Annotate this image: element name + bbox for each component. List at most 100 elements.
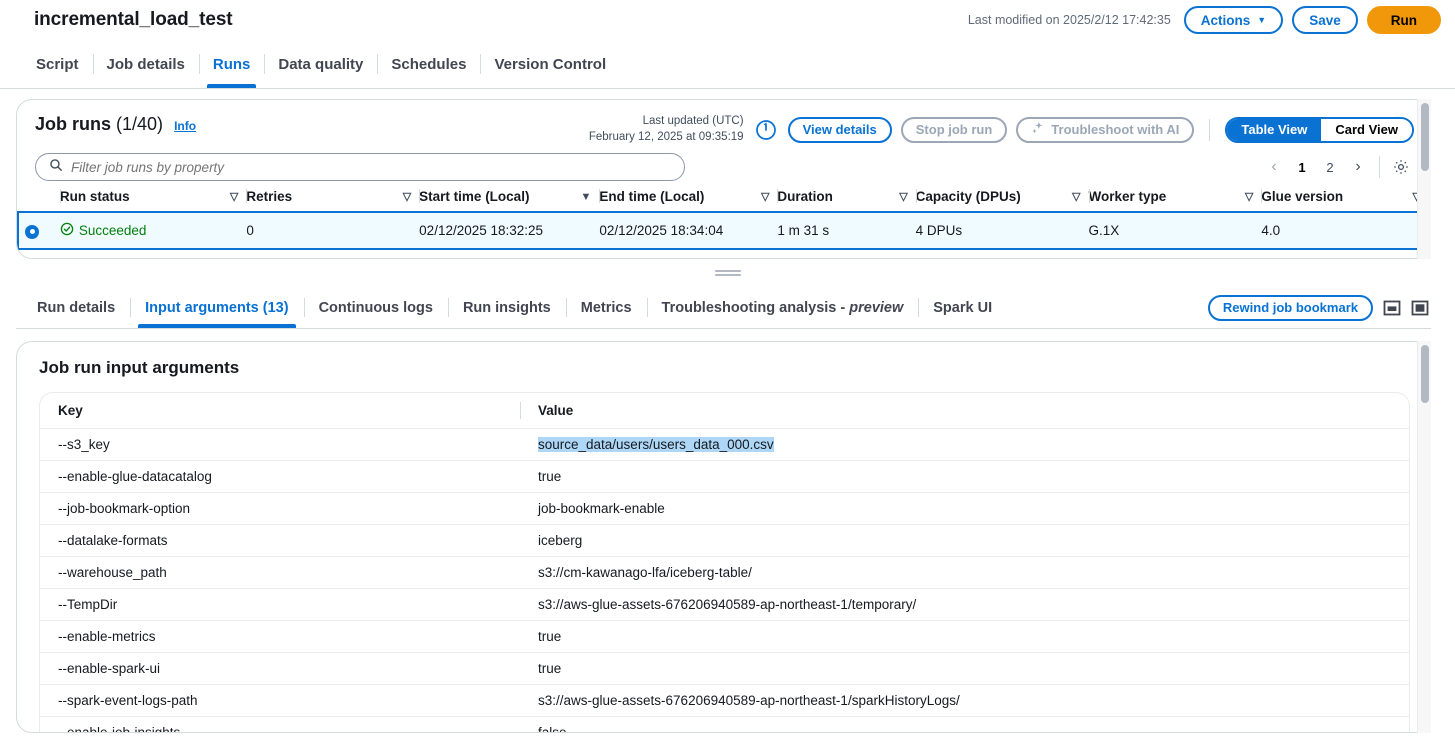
job-runs-scrollbar[interactable] (1417, 99, 1431, 259)
cell-value: s3://aws-glue-assets-676206940589-ap-nor… (520, 684, 1409, 717)
col-label-capacity: Capacity (DPUs) (915, 189, 1021, 205)
cell-end-time: 02/12/2025 18:34:04 (599, 211, 778, 251)
column-header-run-status[interactable]: Run status ▽ (59, 181, 247, 213)
tab-data-quality[interactable]: Data quality (264, 40, 377, 88)
cell-value: true (520, 460, 1409, 493)
split-panel-bottom-icon[interactable] (1383, 299, 1401, 317)
pagination-prev[interactable]: ‹ (1261, 154, 1287, 180)
cell-value: false (520, 716, 1409, 732)
column-header-start-time[interactable]: Start time (Local) ▼ (419, 181, 600, 213)
cell-key: --warehouse_path (40, 556, 520, 589)
table-row: --enable-metrics true (40, 620, 1409, 653)
pagination-page-2[interactable]: 2 (1317, 154, 1343, 180)
table-row[interactable]: Succeeded 0 02/12/2025 18:32:25 02/12/20… (17, 211, 1430, 251)
job-runs-header-row: Run status ▽ Retries ▽ Start time (Local) ▼… (18, 181, 1429, 213)
sort-icon: ▽ (899, 191, 908, 204)
toolbar-divider (1209, 118, 1211, 141)
subtab-continuous-logs[interactable]: Continuous logs (303, 287, 448, 328)
cell-capacity: 4 DPUs (915, 211, 1089, 251)
table-view-button[interactable]: Table View (1227, 118, 1322, 141)
table-row: --TempDir s3://aws-glue-assets-676206940… (40, 588, 1409, 621)
run-button[interactable]: Run (1366, 6, 1441, 34)
cell-start-time: 02/12/2025 18:32:25 (419, 211, 600, 251)
input-arguments-table: Key Value --s3_key source_data/users/use… (40, 393, 1409, 732)
sort-icon: ▽ (402, 191, 412, 204)
last-updated-block: Last updated (UTC) February 12, 2025 at … (589, 114, 744, 145)
view-toggle: Table View Card View (1225, 116, 1414, 143)
select-all-header (18, 181, 60, 213)
stop-job-run-button: Stop job run (900, 116, 1008, 143)
panel-resize-handle[interactable] (714, 268, 741, 278)
subtab-run-insights[interactable]: Run insights (447, 287, 566, 328)
header-actions: Last modified on 2025/2/12 17:42:35 Acti… (968, 6, 1441, 34)
radio-selected-icon[interactable] (25, 224, 39, 239)
pagination-page-1[interactable]: 1 (1289, 154, 1315, 180)
filter-input-wrapper[interactable] (35, 153, 685, 182)
cell-key: --TempDir (40, 588, 520, 621)
input-arguments-title: Job run input arguments (39, 358, 240, 377)
input-arguments-header-row: Key Value (40, 393, 1409, 429)
tab-version-control[interactable]: Version Control (480, 40, 620, 88)
col-label-run-status: Run status (59, 189, 130, 205)
tab-runs[interactable]: Runs (198, 40, 265, 88)
gear-icon[interactable] (1388, 154, 1414, 180)
subtab-input-arguments[interactable]: Input arguments (13) (130, 287, 303, 328)
save-button[interactable]: Save (1292, 6, 1358, 34)
subtab-troubleshooting-analysis-label: Troubleshooting analysis - preview (661, 299, 904, 316)
subtab-spark-ui[interactable]: Spark UI (918, 287, 1007, 328)
pagination-divider (1379, 156, 1380, 179)
tab-job-details[interactable]: Job details (92, 40, 199, 88)
subtab-run-details[interactable]: Run details (22, 287, 130, 328)
column-header-glue-version[interactable]: Glue version▽ (1261, 181, 1429, 213)
top-header: incremental_load_test Last modified on 2… (0, 0, 1455, 40)
view-details-button[interactable]: View details (787, 116, 892, 143)
tab-script[interactable]: Script (22, 40, 93, 88)
table-row: --enable-spark-ui true (40, 652, 1409, 685)
col-label-retries: Retries (246, 189, 293, 205)
column-header-retries[interactable]: Retries ▽ (246, 181, 420, 213)
subtab-metrics[interactable]: Metrics (565, 287, 647, 328)
table-row: --datalake-formats iceberg (40, 524, 1409, 557)
split-panel-full-icon[interactable] (1411, 299, 1429, 317)
cell-retries: 0 (246, 211, 420, 251)
table-row: --s3_key source_data/users/users_data_00… (40, 428, 1409, 461)
info-link[interactable]: Info (174, 119, 196, 133)
row-select-cell[interactable] (17, 211, 60, 251)
refresh-icon[interactable] (753, 117, 779, 143)
cell-value: job-bookmark-enable (520, 492, 1409, 525)
sort-icon: ▽ (1244, 191, 1254, 204)
card-view-button[interactable]: Card View (1321, 118, 1412, 141)
actions-button[interactable]: Actions ▼ (1183, 6, 1284, 34)
cell-key: --spark-event-logs-path (40, 684, 520, 717)
troubleshoot-with-ai-button: Troubleshoot with AI (1016, 116, 1195, 143)
input-arguments-scrollbar[interactable] (1417, 341, 1431, 733)
cell-key: --enable-spark-ui (40, 652, 520, 685)
column-header-end-time[interactable]: End time (Local) ▽ (599, 181, 778, 213)
column-header-capacity[interactable]: Capacity (DPUs) ▽ (915, 181, 1089, 213)
subtab-troubleshooting-analysis[interactable]: Troubleshooting analysis - preview (646, 287, 919, 328)
input-arguments-card: Job run input arguments Key Value --s3_k… (16, 341, 1431, 733)
cell-value-selected-text: source_data/users/users_data_000.csv (538, 437, 774, 452)
sub-tab-actions: Rewind job bookmark (1207, 287, 1431, 328)
table-row: --enable-glue-datacatalog true (40, 460, 1409, 493)
sort-icon: ▽ (229, 191, 239, 204)
pagination-next[interactable]: › (1345, 154, 1371, 180)
cell-value: s3://aws-glue-assets-676206940589-ap-nor… (520, 588, 1409, 621)
cell-worker-type: G.1X (1088, 211, 1262, 251)
cell-value[interactable]: source_data/users/users_data_000.csv (520, 428, 1409, 461)
cell-key: --enable-metrics (40, 620, 520, 653)
cell-duration: 1 m 31 s (777, 211, 916, 251)
column-header-duration[interactable]: Duration ▽ (777, 181, 916, 213)
filter-job-runs-input[interactable] (71, 159, 671, 175)
rewind-job-bookmark-button[interactable]: Rewind job bookmark (1207, 294, 1373, 321)
tab-schedules[interactable]: Schedules (377, 40, 480, 88)
job-runs-count: (1/40) (116, 114, 164, 134)
cell-glue-version: 4.0 (1261, 211, 1430, 251)
job-runs-toolbar: Last updated (UTC) February 12, 2025 at … (589, 114, 1414, 145)
cell-value: s3://cm-kawanago-lfa/iceberg-table/ (520, 556, 1409, 589)
sort-icon: ▽ (1072, 191, 1081, 204)
column-header-value: Value (520, 393, 1409, 429)
run-status-label: Succeeded (78, 223, 147, 239)
table-row: --enable-job-insights false (40, 716, 1409, 732)
column-header-worker-type[interactable]: Worker type ▽ (1088, 181, 1262, 213)
